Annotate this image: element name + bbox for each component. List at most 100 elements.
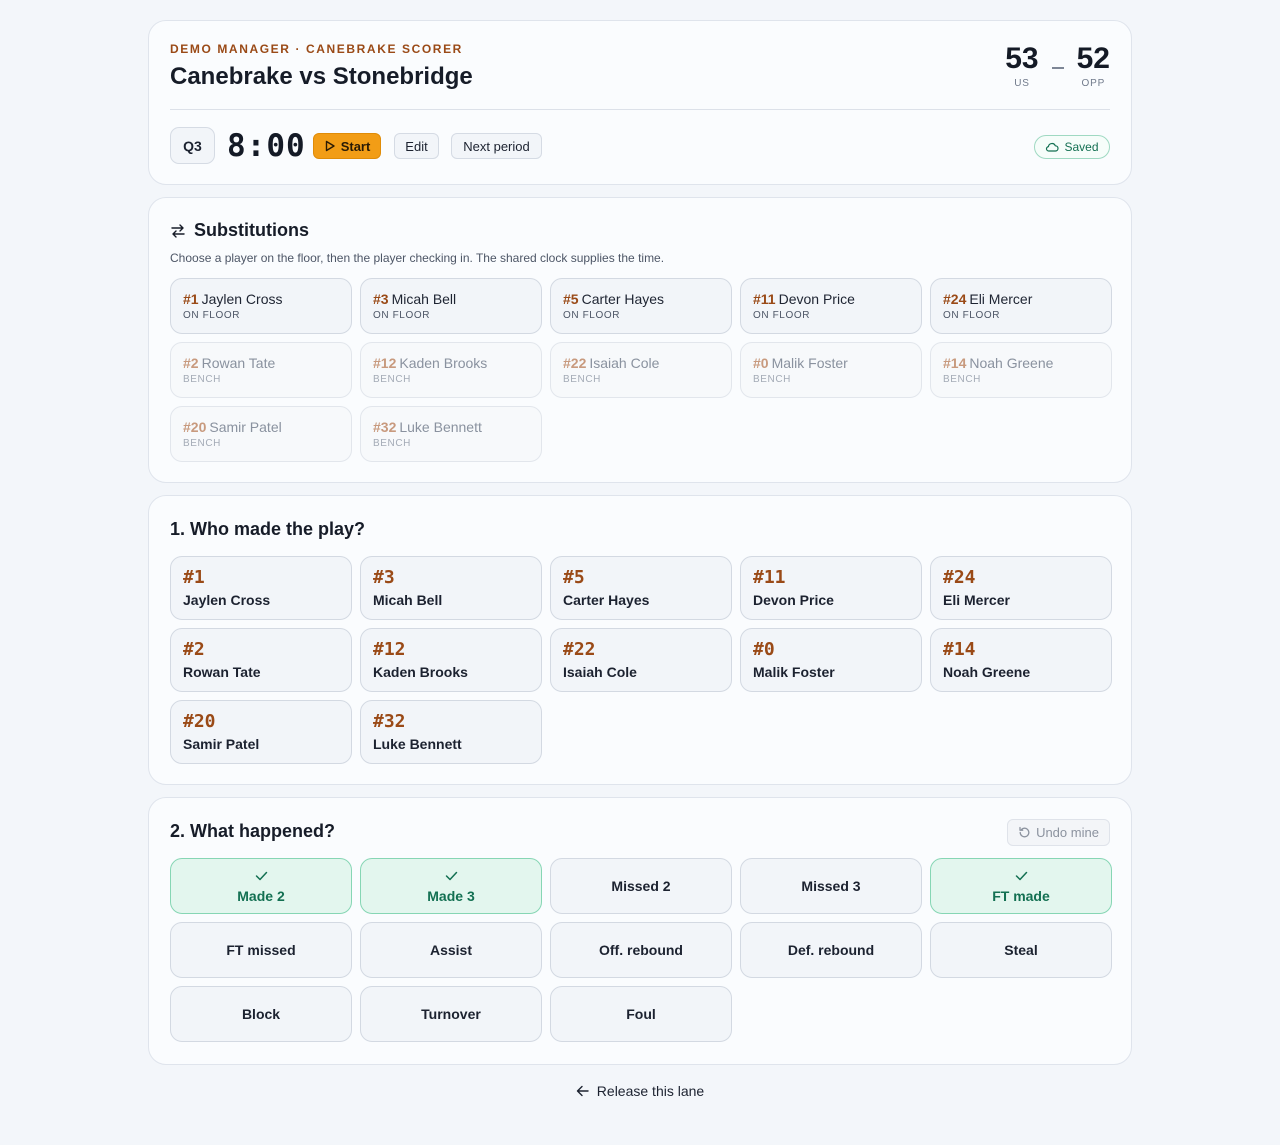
player-status: BENCH (563, 374, 602, 385)
player-status: BENCH (943, 374, 982, 385)
sub-player-tile[interactable]: #2 Rowan Tate BENCH (170, 342, 352, 398)
player-status: ON FLOOR (753, 310, 811, 321)
game-clock: 8:00 (227, 127, 306, 164)
player-status: BENCH (373, 438, 412, 449)
player-number: #0 (753, 355, 769, 371)
event-label: Made 2 (237, 887, 285, 904)
player-name: Isaiah Cole (589, 355, 660, 371)
swap-icon (171, 223, 185, 238)
event-missed-3-button[interactable]: Missed 3 (740, 858, 922, 914)
player-status: BENCH (183, 438, 222, 449)
event-label: Missed 3 (801, 878, 861, 894)
sub-player-tile[interactable]: #12 Kaden Brooks BENCH (360, 342, 542, 398)
player-status: BENCH (183, 374, 222, 385)
sub-player-tile[interactable]: #32 Luke Bennett BENCH (360, 406, 542, 462)
event-steal-button[interactable]: Steal (930, 922, 1112, 978)
player-number: #5 (563, 567, 585, 588)
check-icon (255, 871, 267, 880)
undo-mine-button[interactable]: Undo mine (1007, 819, 1110, 846)
event-label: Assist (429, 942, 473, 958)
player-name: Noah Greene (969, 355, 1054, 371)
sub-player-tile[interactable]: #20 Samir Patel BENCH (170, 406, 352, 462)
player-number: #22 (563, 355, 587, 371)
event-foul-button[interactable]: Foul (550, 986, 732, 1042)
event-label: Made 3 (427, 887, 475, 904)
player-name: Malik Foster (771, 355, 848, 371)
player-name: Devon Price (778, 291, 855, 307)
event-picker-panel: 2. What happened? Undo mine Made 2 Made … (148, 797, 1132, 1065)
sub-player-tile[interactable]: #1 Jaylen Cross ON FLOOR (170, 278, 352, 334)
player-number: #1 (183, 291, 199, 307)
player-pick-tile[interactable]: #22 Isaiah Cole (550, 628, 732, 692)
score-us-label: US (1014, 78, 1030, 89)
event-block-button[interactable]: Block (170, 986, 352, 1042)
player-pick-tile[interactable]: #24 Eli Mercer (930, 556, 1112, 620)
next-period-button[interactable]: Next period (451, 133, 542, 159)
event-label: Block (241, 1006, 281, 1022)
event-label: Def. rebound (787, 942, 875, 958)
cloud-icon (1046, 142, 1060, 152)
player-number: #0 (753, 639, 775, 660)
start-button[interactable]: Start (313, 133, 381, 159)
arrow-left-icon (576, 1085, 589, 1097)
player-status: BENCH (373, 374, 412, 385)
player-status: ON FLOOR (563, 310, 621, 321)
player-pick-tile[interactable]: #2 Rowan Tate (170, 628, 352, 692)
player-pick-tile[interactable]: #3 Micah Bell (360, 556, 542, 620)
event-label: Turnover (421, 1006, 481, 1022)
player-pick-tile[interactable]: #1 Jaylen Cross (170, 556, 352, 620)
player-name: Malik Foster (753, 664, 835, 680)
substitutions-title: Substitutions (194, 220, 309, 240)
sub-player-tile[interactable]: #0 Malik Foster BENCH (740, 342, 922, 398)
player-pick-tile[interactable]: #12 Kaden Brooks (360, 628, 542, 692)
player-pick-tile[interactable]: #32 Luke Bennett (360, 700, 542, 764)
player-number: #1 (183, 567, 205, 588)
event-ft-made-button[interactable]: FT made (930, 858, 1112, 914)
substitution-roster: #1 Jaylen Cross ON FLOOR #3 Micah Bell ON … (170, 278, 1112, 462)
player-name: Jaylen Cross (201, 291, 283, 307)
score-opp-label: OPP (1081, 78, 1106, 89)
app-eyebrow: Demo Manager · Canebrake Scorer (170, 42, 463, 56)
release-lane-link[interactable]: Release this lane (0, 1083, 1280, 1099)
player-picker-panel: 1. Who made the play? #1 Jaylen Cross #3 M… (148, 495, 1132, 785)
sub-player-tile[interactable]: #24 Eli Mercer ON FLOOR (930, 278, 1112, 334)
event-turnover-button[interactable]: Turnover (360, 986, 542, 1042)
event-off-rebound-button[interactable]: Off. rebound (550, 922, 732, 978)
event-assist-button[interactable]: Assist (360, 922, 542, 978)
player-pick-tile[interactable]: #14 Noah Greene (930, 628, 1112, 692)
player-name: Samir Patel (209, 419, 282, 435)
player-number: #5 (563, 291, 579, 307)
player-name: Samir Patel (183, 736, 260, 752)
substitutions-panel: Substitutions Choose a player on the flo… (148, 197, 1132, 483)
event-label: FT missed (226, 942, 296, 958)
event-made-2-button[interactable]: Made 2 (170, 858, 352, 914)
player-number: #24 (943, 567, 976, 588)
sub-player-tile[interactable]: #22 Isaiah Cole BENCH (550, 342, 732, 398)
score-us-value: 53 (1005, 42, 1039, 75)
substitutions-heading: Substitutions (170, 220, 309, 241)
player-pick-tile[interactable]: #5 Carter Hayes (550, 556, 732, 620)
event-missed-2-button[interactable]: Missed 2 (550, 858, 732, 914)
sub-player-tile[interactable]: #3 Micah Bell ON FLOOR (360, 278, 542, 334)
player-pick-tile[interactable]: #0 Malik Foster (740, 628, 922, 692)
player-name: Luke Bennett (399, 419, 482, 435)
sub-player-tile[interactable]: #5 Carter Hayes ON FLOOR (550, 278, 732, 334)
player-pick-tile[interactable]: #20 Samir Patel (170, 700, 352, 764)
player-number: #14 (943, 355, 967, 371)
player-name: Micah Bell (391, 291, 457, 307)
player-number: #32 (373, 711, 406, 732)
event-def-rebound-button[interactable]: Def. rebound (740, 922, 922, 978)
player-number: #2 (183, 639, 205, 660)
edit-button[interactable]: Edit (394, 133, 439, 159)
player-status: ON FLOOR (943, 310, 1001, 321)
player-pick-tile[interactable]: #11 Devon Price (740, 556, 922, 620)
period-indicator[interactable]: Q3 (170, 127, 215, 164)
event-picker-title: 2. What happened? (170, 821, 336, 841)
start-label: Start (340, 138, 371, 154)
event-made-3-button[interactable]: Made 3 (360, 858, 542, 914)
release-lane-label: Release this lane (596, 1083, 705, 1099)
sub-player-tile[interactable]: #11 Devon Price ON FLOOR (740, 278, 922, 334)
sub-player-tile[interactable]: #14 Noah Greene BENCH (930, 342, 1112, 398)
player-name: Rowan Tate (183, 664, 261, 680)
event-ft-missed-button[interactable]: FT missed (170, 922, 352, 978)
